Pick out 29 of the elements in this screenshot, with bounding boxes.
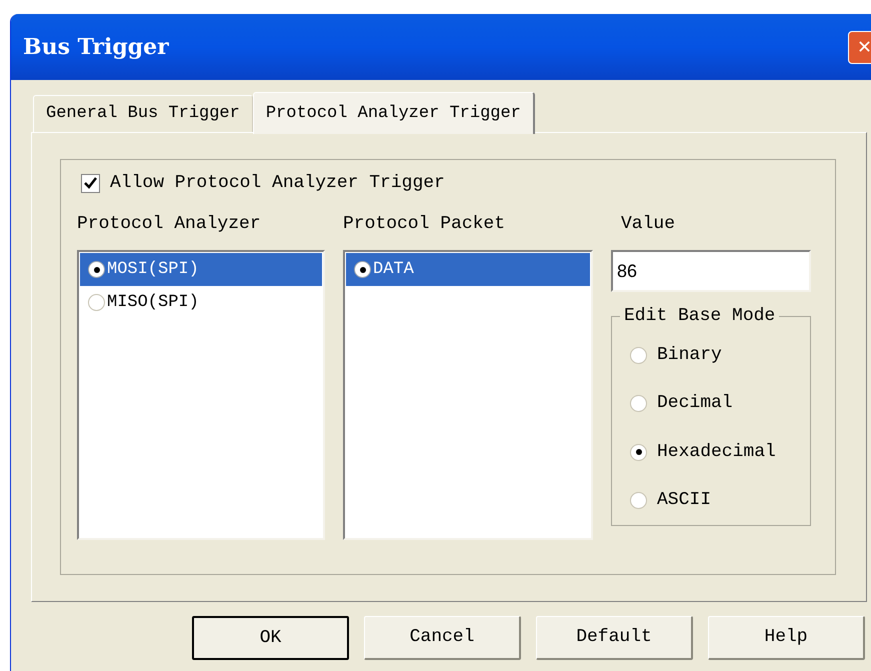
- radio-button[interactable]: [88, 294, 105, 311]
- column-label: Protocol Analyzer: [77, 213, 262, 236]
- list-item[interactable]: MISO(SPI): [80, 286, 322, 319]
- radio-label: ASCII: [657, 489, 712, 512]
- list-item[interactable]: MOSI(SPI): [80, 253, 322, 286]
- radio-label: Decimal: [657, 392, 733, 416]
- close-button[interactable]: ✕: [848, 30, 871, 64]
- radio-label: Hexadecimal: [657, 440, 776, 464]
- radio-button[interactable]: [630, 492, 647, 510]
- check-icon: [84, 177, 97, 190]
- radio-button[interactable]: [630, 346, 647, 364]
- list-item[interactable]: DATA: [346, 253, 590, 286]
- tab[interactable]: Protocol Analyzer Trigger: [252, 92, 535, 134]
- dialog-button[interactable]: Help: [708, 616, 865, 660]
- radio-button[interactable]: [354, 261, 371, 278]
- radio-button[interactable]: [88, 261, 105, 278]
- column-label: Protocol Packet: [343, 213, 506, 236]
- window-title: Bus Trigger: [23, 32, 169, 62]
- dialog-button[interactable]: Default: [536, 616, 693, 660]
- dialog-button[interactable]: OK: [192, 616, 349, 660]
- dialog-button[interactable]: Cancel: [364, 616, 521, 660]
- radio-button[interactable]: [630, 395, 647, 412]
- field-label: Value: [621, 213, 676, 236]
- checkbox-label: Allow Protocol Analyzer Trigger: [110, 172, 445, 195]
- radio-button[interactable]: [630, 444, 647, 461]
- tab[interactable]: General Bus Trigger: [33, 95, 253, 132]
- radio-label: Binary: [657, 344, 722, 367]
- value-field[interactable]: 86: [611, 250, 811, 292]
- checkbox[interactable]: [81, 174, 100, 193]
